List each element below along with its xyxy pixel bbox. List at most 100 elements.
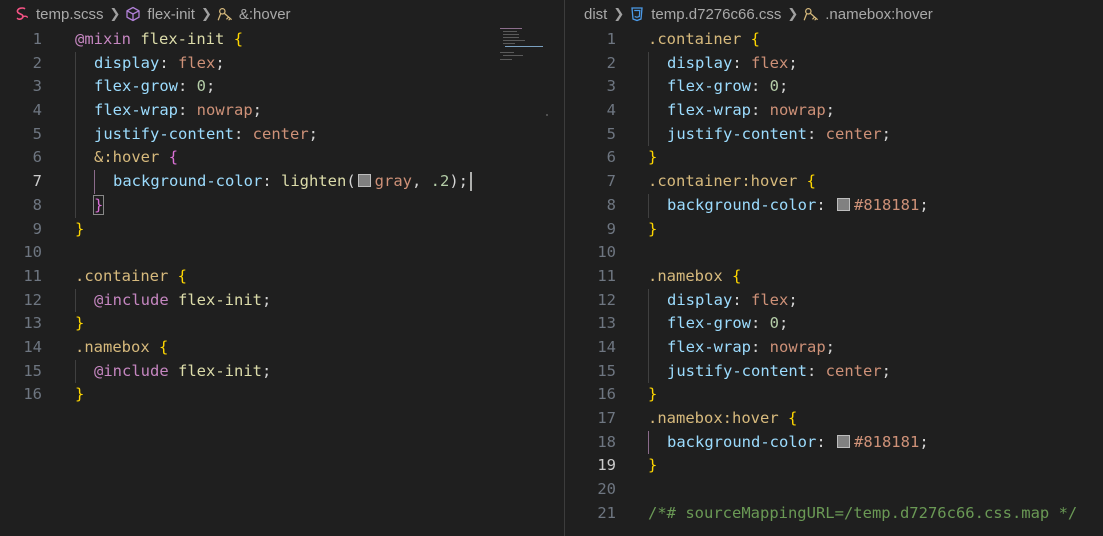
- line-number: 9: [32, 219, 42, 238]
- code-token: display: [667, 53, 733, 72]
- code-token: flex-wrap: [667, 337, 751, 356]
- code-line[interactable]: 12 @include flex-init;: [0, 288, 548, 313]
- code-token: #818181: [853, 195, 920, 214]
- breadcrumb-selector[interactable]: .namebox:hover: [803, 6, 933, 23]
- code-token: gray: [374, 172, 412, 191]
- code-text: background-color: #818181;: [667, 431, 929, 455]
- indent-guide: [648, 99, 649, 123]
- code-token: :: [806, 361, 826, 380]
- code-line[interactable]: 15 justify-content: center;: [566, 359, 1103, 384]
- code-token: flex-grow: [667, 314, 751, 333]
- css-file-icon: [629, 6, 645, 22]
- code-line[interactable]: 4 flex-wrap: nowrap;: [566, 99, 1103, 123]
- code-line[interactable]: 13}: [0, 312, 548, 336]
- line-number: 14: [597, 337, 616, 356]
- breadcrumb-file[interactable]: temp.scss: [14, 6, 104, 23]
- code-token: center: [252, 124, 309, 143]
- line-number: 9: [606, 219, 616, 238]
- code-line[interactable]: 7 .container:hover {: [566, 170, 1103, 194]
- code-line[interactable]: 7 background-color: lighten(gray, .2);: [0, 170, 548, 194]
- code-token: flex-grow: [94, 77, 178, 96]
- code-token: ;: [206, 77, 216, 96]
- code-line[interactable]: 2 display: flex;: [0, 51, 548, 76]
- code-token: .2: [430, 172, 450, 191]
- indent-guide: [648, 430, 649, 455]
- minimap[interactable]: [500, 28, 544, 62]
- code-line[interactable]: 3 flex-grow: 0;: [0, 75, 548, 100]
- code-token: ;: [825, 101, 836, 120]
- code-line[interactable]: 1 .container {: [566, 28, 1103, 52]
- line-number: 8: [606, 195, 616, 214]
- line-number: 17: [597, 409, 616, 427]
- code-line[interactable]: 15 @include flex-init;: [0, 359, 548, 384]
- code-token: center: [825, 124, 882, 143]
- code-text: @include flex-init;: [94, 360, 271, 384]
- code-line[interactable]: 11 .namebox {: [566, 265, 1103, 289]
- color-swatch[interactable]: [836, 434, 850, 448]
- code-token: ;: [215, 53, 225, 72]
- code-line[interactable]: 1 @mixin flex-init {: [0, 28, 548, 52]
- code-line[interactable]: 21 /*# sourceMappingURL=/temp.d7276c66.cs…: [566, 502, 1103, 526]
- breadcrumb-file[interactable]: temp.d7276c66.css: [629, 6, 781, 23]
- code-line[interactable]: 8 background-color: #818181;: [566, 193, 1103, 218]
- code-line[interactable]: 13 flex-grow: 0;: [566, 312, 1103, 336]
- code-text: }: [648, 454, 657, 478]
- color-swatch[interactable]: [836, 197, 850, 211]
- breadcrumb-folder[interactable]: dist: [584, 6, 607, 23]
- code-token: ;: [881, 124, 891, 143]
- code-line[interactable]: 6}: [566, 146, 1103, 170]
- breadcrumb-selector[interactable]: &:hover: [217, 6, 291, 23]
- line-number: 19: [597, 456, 616, 475]
- line-number: 13: [23, 314, 42, 333]
- code-line[interactable]: 18 background-color: #818181;: [566, 430, 1103, 455]
- indent-guide: [75, 122, 76, 147]
- code-line[interactable]: 14 flex-wrap: nowrap;: [566, 335, 1103, 360]
- code-token: :: [178, 77, 197, 96]
- code-token: :: [233, 124, 253, 143]
- code-line[interactable]: 9}: [0, 218, 548, 242]
- code-line[interactable]: 4 flex-wrap: nowrap;: [0, 99, 548, 123]
- code-area[interactable]: 1 @mixin flex-init {2 display: flex; 3 flex-…: [0, 28, 548, 407]
- code-line[interactable]: 10: [566, 241, 1103, 265]
- line-number: 5: [32, 124, 42, 143]
- indent-guide: [75, 75, 76, 100]
- code-line[interactable]: 2 display: flex;: [566, 51, 1103, 76]
- code-token: :hover: [103, 148, 160, 167]
- code-token: 0: [769, 314, 780, 333]
- chevron-right-icon: ❯: [109, 6, 121, 21]
- code-token: justify-content: [667, 124, 807, 143]
- code-line[interactable]: 10: [0, 241, 548, 265]
- color-swatch[interactable]: [357, 174, 371, 188]
- code-line[interactable]: 5 justify-content: center;: [566, 122, 1103, 147]
- code-text: .container {: [648, 28, 760, 52]
- line-number: 11: [597, 266, 616, 285]
- code-token: @include: [94, 290, 169, 309]
- code-token: background-color: [113, 172, 263, 191]
- indent-guide: [648, 75, 649, 100]
- code-line[interactable]: 8}: [0, 193, 548, 218]
- code-token: flex: [178, 53, 216, 72]
- code-line[interactable]: 20: [566, 478, 1103, 502]
- code-area[interactable]: 1 .container {2 display: flex; 3 flex-grow: …: [566, 28, 1103, 525]
- code-text: }: [75, 218, 84, 242]
- code-line[interactable]: 3 flex-grow: 0;: [566, 75, 1103, 100]
- code-token: }: [75, 314, 85, 333]
- indent-guide: [648, 288, 649, 313]
- code-line[interactable]: 9}: [566, 218, 1103, 242]
- breadcrumb-mixin[interactable]: flex-init: [125, 6, 195, 23]
- code-line[interactable]: 6 &:hover {: [0, 146, 548, 171]
- code-line[interactable]: 17 .namebox:hover {: [566, 407, 1103, 431]
- code-text: }: [648, 383, 657, 407]
- code-line[interactable]: 5 justify-content: center;: [0, 122, 548, 147]
- code-line[interactable]: 19}: [566, 454, 1103, 478]
- code-line[interactable]: 16}: [0, 383, 548, 407]
- code-line[interactable]: 16}: [566, 383, 1103, 407]
- code-text: @include flex-init;: [94, 289, 271, 313]
- code-line[interactable]: 12 display: flex;: [566, 288, 1103, 313]
- code-token: ;: [919, 432, 929, 451]
- code-line[interactable]: 11 .container {: [0, 265, 548, 289]
- code-line[interactable]: 14 .namebox {: [0, 336, 548, 360]
- indent-guide: [648, 335, 649, 360]
